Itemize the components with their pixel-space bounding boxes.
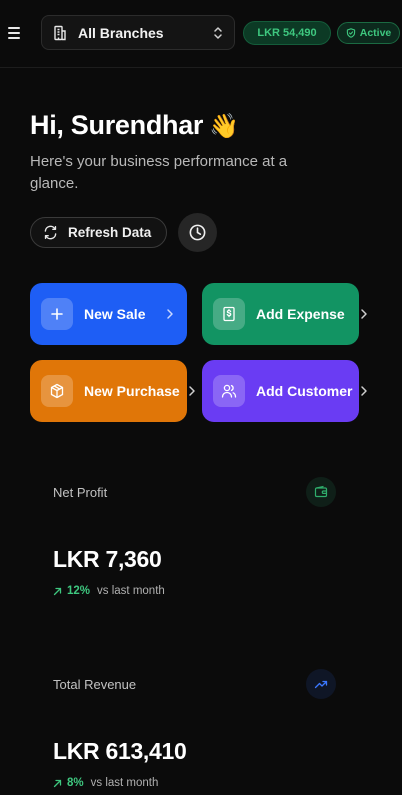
refresh-data-label: Refresh Data: [68, 225, 152, 240]
total-revenue-title: Total Revenue: [53, 677, 137, 692]
refresh-icon: [44, 225, 57, 240]
total-revenue-change: 8% vs last month: [53, 777, 158, 789]
new-purchase-label: New Purchase: [84, 383, 180, 399]
net-profit-value: LKR 7,360: [53, 546, 162, 572]
chevron-up-down-icon: [214, 26, 222, 39]
building-icon: [54, 25, 66, 40]
arrow-up-right-icon: [53, 587, 62, 595]
wallet-icon: [306, 477, 336, 507]
refresh-data-button[interactable]: Refresh Data: [30, 217, 167, 248]
net-profit-title: Net Profit: [53, 485, 108, 500]
chevron-right-icon: [189, 386, 195, 396]
history-button[interactable]: [178, 213, 217, 252]
waving-hand-emoji: 👋: [209, 113, 239, 140]
package-icon: [41, 375, 73, 407]
new-purchase-button[interactable]: New Purchase: [30, 360, 195, 422]
chevron-right-icon: [361, 386, 367, 396]
add-customer-label: Add Customer: [256, 383, 353, 399]
users-icon: [213, 375, 245, 407]
shield-check-icon: [346, 28, 355, 38]
net-profit-change-percent: 12%: [67, 585, 91, 597]
balance-badge: LKR 54,490: [243, 21, 331, 45]
net-profit-compare-label: vs last month: [97, 585, 165, 597]
new-sale-label: New Sale: [84, 306, 146, 322]
greeting-subtitle: Here's your business performance at a gl…: [30, 153, 288, 192]
greeting-heading: Hi, Surendhar 👋: [30, 110, 239, 141]
greeting-text: Hi, Surendhar: [30, 110, 204, 140]
top-bar: All Branches LKR 54,490 Active: [0, 0, 402, 68]
add-customer-button[interactable]: Add Customer: [202, 360, 367, 422]
branch-selector[interactable]: All Branches: [41, 15, 235, 50]
chevron-right-icon: [167, 309, 173, 319]
new-sale-button[interactable]: New Sale: [30, 283, 187, 345]
plus-icon: [41, 298, 73, 330]
branch-selector-label: All Branches: [78, 24, 164, 41]
trending-up-icon: [306, 669, 336, 699]
status-label: Active: [359, 27, 392, 39]
total-revenue-change-percent: 8%: [67, 777, 84, 789]
arrow-up-right-icon: [53, 779, 62, 787]
chevron-right-icon: [361, 309, 367, 319]
total-revenue-value: LKR 613,410: [53, 738, 187, 764]
clock-icon: [189, 224, 206, 241]
net-profit-change: 12% vs last month: [53, 585, 165, 597]
add-expense-button[interactable]: Add Expense: [202, 283, 367, 345]
hamburger-menu-icon[interactable]: [8, 22, 26, 44]
total-revenue-compare-label: vs last month: [90, 777, 159, 789]
add-expense-label: Add Expense: [256, 306, 345, 322]
status-badge: Active: [337, 22, 400, 44]
receipt-dollar-icon: [213, 298, 245, 330]
